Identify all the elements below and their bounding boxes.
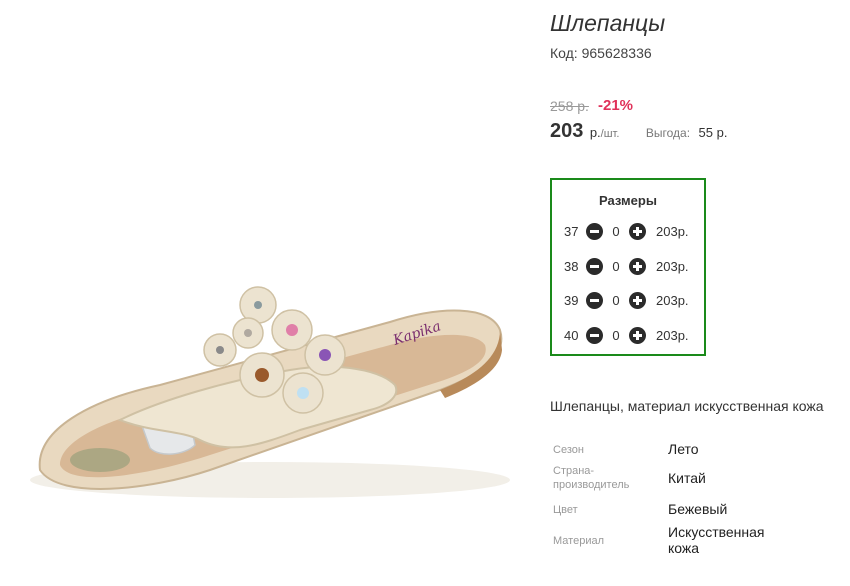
sandal-illustration: Kapika <box>30 286 510 498</box>
spec-value: Искусственная кожа <box>668 524 765 556</box>
spec-label: Материал <box>553 535 604 547</box>
size-label: 39 <box>564 292 579 308</box>
benefit-label: Выгода: <box>645 126 691 140</box>
quantity-value: 0 <box>612 327 620 343</box>
discount-badge: -21% <box>598 97 634 114</box>
product-code: Код: 965628336 <box>550 45 652 61</box>
size-label: 37 <box>564 223 579 239</box>
size-row-39: 39 0 203р. <box>564 290 689 310</box>
spec-value: Бежевый <box>668 501 728 517</box>
quantity-value: 0 <box>612 258 620 274</box>
minus-circle-icon[interactable] <box>586 222 603 240</box>
price-unit: р./шт. <box>590 125 620 140</box>
minus-circle-icon[interactable] <box>586 326 603 344</box>
quantity-value: 0 <box>612 292 620 308</box>
plus-circle-icon[interactable] <box>629 291 646 309</box>
size-row-37: 37 0 203р. <box>564 221 689 241</box>
size-label: 38 <box>564 258 579 274</box>
size-price: 203р. <box>656 258 689 274</box>
size-label: 40 <box>564 327 579 343</box>
minus-circle-icon[interactable] <box>586 257 603 275</box>
plus-circle-icon[interactable] <box>629 257 646 275</box>
spec-value: Лето <box>668 441 699 457</box>
price-row: 203 р./шт. Выгода: 55 р. <box>550 120 727 143</box>
spec-label: Страна-производитель <box>553 465 630 491</box>
spec-label: Сезон <box>553 444 584 456</box>
old-price: 258 р. <box>550 98 589 114</box>
product-title: Шлепанцы <box>550 10 666 36</box>
spec-value: Китай <box>668 470 706 486</box>
current-price: 203 <box>550 120 584 142</box>
size-row-38: 38 0 203р. <box>564 256 689 276</box>
product-image: Kapika <box>0 0 540 586</box>
size-price: 203р. <box>656 223 689 239</box>
spec-label: Цвет <box>553 504 578 516</box>
size-row-40: 40 0 203р. <box>564 325 689 345</box>
plus-circle-icon[interactable] <box>629 222 646 240</box>
price-currency: р. <box>589 125 601 140</box>
sizes-title: Размеры <box>599 193 657 208</box>
price-per-unit: /шт. <box>600 128 620 140</box>
minus-circle-icon[interactable] <box>586 291 603 309</box>
product-description: Шлепанцы, материал искусственная кожа <box>550 398 824 414</box>
size-price: 203р. <box>656 292 689 308</box>
quantity-value: 0 <box>612 223 620 239</box>
benefit-value: 55 р. <box>698 125 728 140</box>
size-price: 203р. <box>656 327 689 343</box>
sizes-panel: Размеры 37 0 203р. 38 0 203р. 39 0 203р.… <box>550 178 706 356</box>
plus-circle-icon[interactable] <box>629 326 646 344</box>
